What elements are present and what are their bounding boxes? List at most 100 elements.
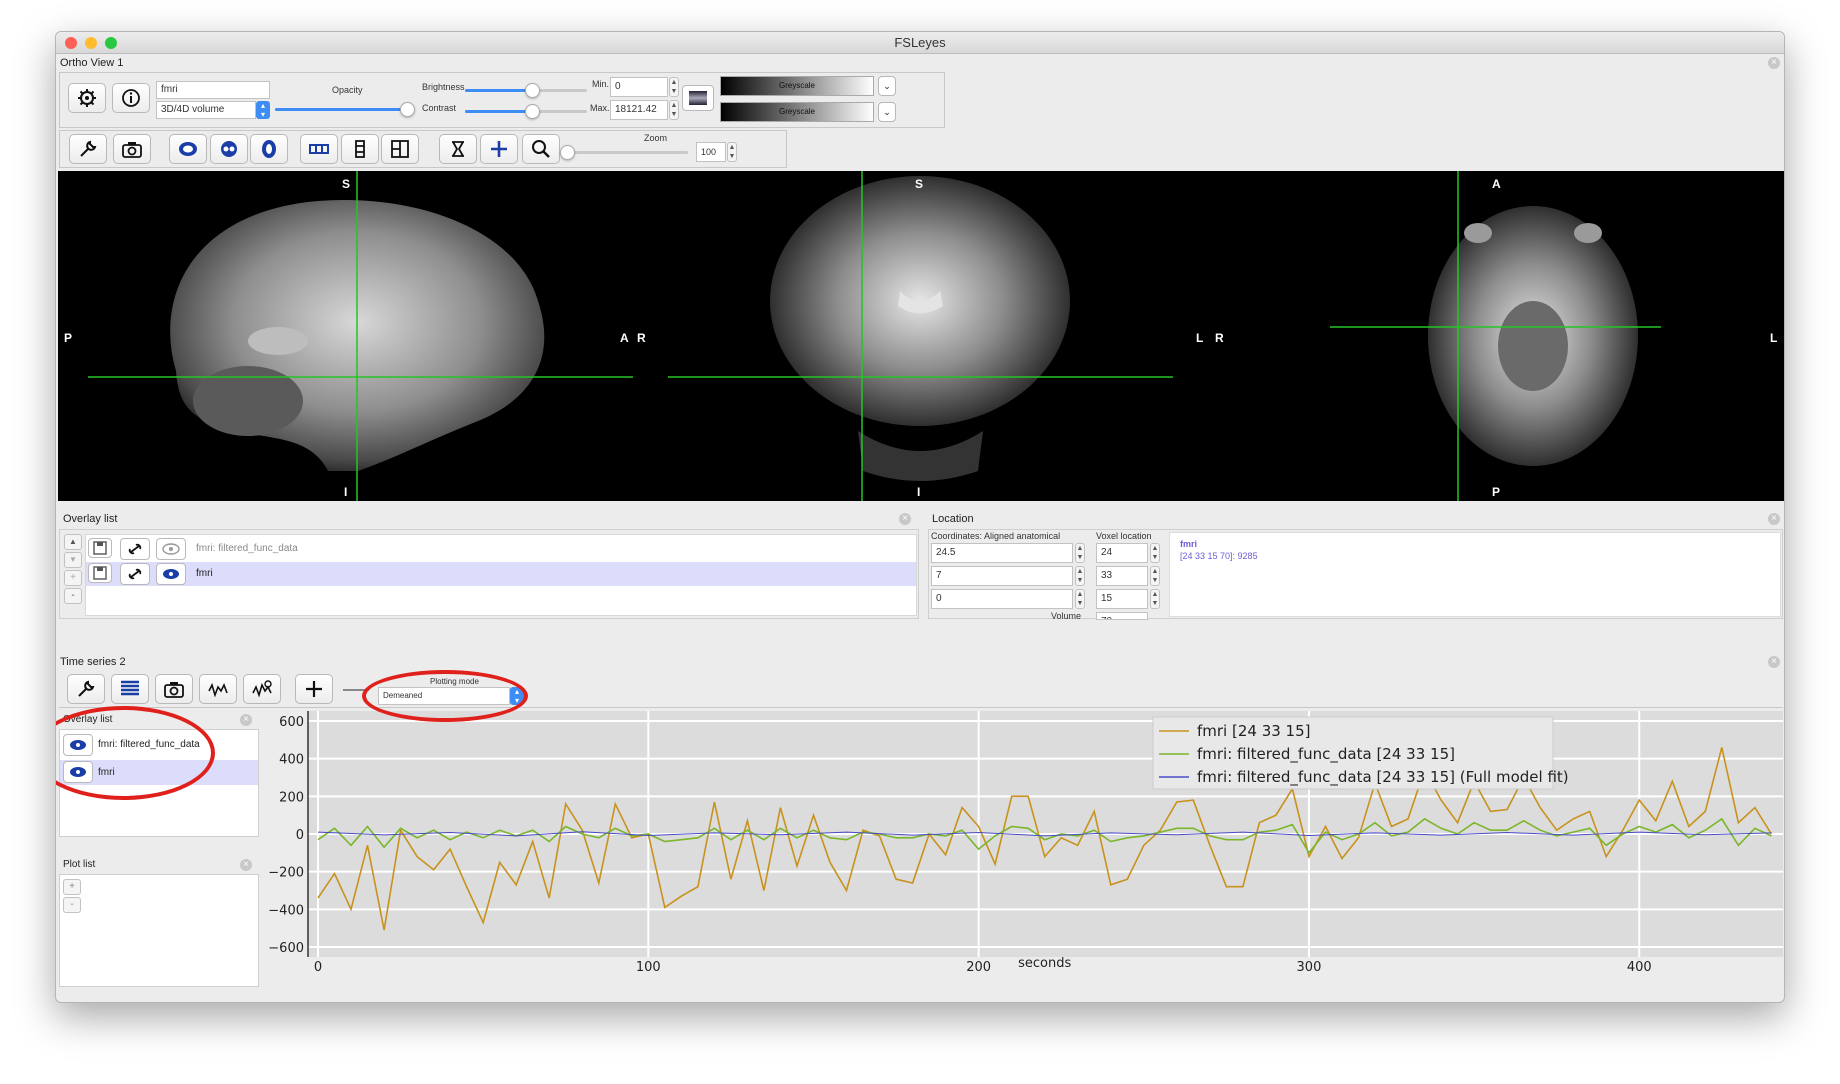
zoom-slider-thumb[interactable]	[560, 145, 575, 160]
screenshot-button[interactable]	[113, 134, 151, 164]
colormap1-select[interactable]: Greyscale	[720, 76, 874, 96]
plot-list-title: Plot list	[59, 856, 257, 874]
invert-colormap-button[interactable]	[682, 85, 714, 111]
close-window-button[interactable]	[65, 37, 77, 49]
x-tick-label: 400	[1627, 960, 1652, 975]
link-overlay-button[interactable]	[120, 563, 150, 585]
plot-list-close-icon[interactable]: ×	[240, 859, 252, 871]
volume-type-dropdown-icon[interactable]: ▴ ▾	[256, 101, 270, 119]
toggle-axial-button[interactable]	[250, 134, 288, 164]
voxel-x-spinner[interactable]: ▲ ▼	[1150, 543, 1160, 563]
ortho-canvas[interactable]: S I P A S I R L A P R L	[58, 171, 1784, 501]
move-down-button[interactable]: ▼	[64, 552, 82, 568]
save-overlay-button[interactable]	[88, 563, 112, 583]
coord-x-field[interactable]: 24.5	[931, 543, 1073, 563]
timeseries-chart-area[interactable]: 600 400 200 0 −200 −400 −600 0 100 200 300 400 secon…	[263, 711, 1784, 993]
timeseries-settings-button[interactable]	[67, 674, 105, 704]
y-tick-label: 600	[279, 715, 304, 730]
axial-midbrain-shape	[1498, 301, 1568, 391]
reset-zoom-button[interactable]	[439, 134, 477, 164]
ortho-close-icon[interactable]: ×	[1768, 57, 1780, 69]
axial-top-label: A	[1492, 177, 1501, 191]
remove-plot-list-button[interactable]: -	[63, 897, 81, 913]
overlay-row[interactable]: fmri: filtered_func_data	[86, 537, 916, 561]
save-overlay-button[interactable]	[88, 538, 112, 558]
link-overlay-button[interactable]	[120, 538, 150, 560]
add-plot-list-button[interactable]: +	[63, 879, 81, 895]
add-plot-button[interactable]	[295, 674, 333, 704]
ts-overlay-list-close-icon[interactable]: ×	[240, 714, 252, 726]
brightness-slider-fill	[465, 89, 530, 92]
plot-list-panel: + -	[59, 874, 259, 987]
coronal-brain-icon	[221, 141, 237, 157]
sagittal-right-label: A	[620, 331, 629, 345]
colormap2-dropdown-icon[interactable]: ⌄	[878, 102, 896, 122]
contrast-slider-thumb[interactable]	[525, 104, 540, 119]
display-settings-button[interactable]	[68, 83, 106, 113]
max-value-field[interactable]: 18121.42	[610, 100, 668, 120]
location-close-icon[interactable]: ×	[1768, 513, 1780, 525]
coronal-brainstem-shape	[858, 431, 983, 481]
timeseries-controls-button[interactable]	[243, 674, 281, 704]
volume-field[interactable]: 70	[1096, 612, 1148, 620]
move-up-button[interactable]: ▲	[64, 534, 82, 550]
coord-z-field[interactable]: 0	[931, 589, 1073, 609]
colormap1-dropdown-icon[interactable]: ⌄	[878, 76, 896, 96]
remove-overlay-button[interactable]: -	[64, 588, 82, 604]
plot-list-toggle-button[interactable]	[199, 674, 237, 704]
voxel-z-field[interactable]: 15	[1096, 589, 1148, 609]
x-tick-label: 0	[314, 960, 322, 975]
add-overlay-button[interactable]: +	[64, 570, 82, 586]
min-spinner[interactable]: ▲ ▼	[669, 77, 679, 97]
view-settings-button[interactable]	[69, 134, 107, 164]
voxel-y-field[interactable]: 33	[1096, 566, 1148, 586]
link-icon	[128, 543, 142, 555]
coord-y-field[interactable]: 7	[931, 566, 1073, 586]
overlay-list-panel: ▲ ▼ + - fmri: filtered_func_data fmri	[59, 529, 919, 619]
opacity-slider-thumb[interactable]	[400, 102, 415, 117]
magnifier-icon	[532, 140, 550, 158]
overlay-list-toggle-button[interactable]	[111, 674, 149, 704]
zoom-window-button[interactable]	[105, 37, 117, 49]
min-value-field[interactable]: 0	[610, 77, 668, 97]
visibility-toggle[interactable]	[156, 538, 186, 560]
toggle-sagittal-button[interactable]	[169, 134, 207, 164]
overlay-info-button[interactable]	[112, 83, 150, 113]
toggle-cursor-button[interactable]	[480, 134, 518, 164]
colormap1-label: Greyscale	[778, 81, 815, 90]
volume-type-select[interactable]: 3D/4D volume	[156, 101, 256, 119]
timeseries-pane-title: Time series 2	[56, 653, 1784, 671]
brightness-slider-thumb[interactable]	[525, 83, 540, 98]
overlay-list-close-icon[interactable]: ×	[899, 513, 911, 525]
visibility-toggle[interactable]	[156, 563, 186, 585]
coord-z-spinner[interactable]: ▲ ▼	[1075, 589, 1085, 609]
coord-y-spinner[interactable]: ▲ ▼	[1075, 566, 1085, 586]
horizontal-layout-button[interactable]	[300, 134, 338, 164]
voxel-z-spinner[interactable]: ▲ ▼	[1150, 589, 1160, 609]
zoom-value-field[interactable]: 100	[696, 142, 726, 162]
y-tick-label: −400	[268, 903, 304, 918]
ortho-toolbar: Zoom 100 ▲ ▼	[59, 130, 787, 168]
timeseries-close-icon[interactable]: ×	[1768, 656, 1780, 668]
max-spinner[interactable]: ▲ ▼	[669, 100, 679, 120]
coord-x-spinner[interactable]: ▲ ▼	[1075, 543, 1085, 563]
grid-layout-icon	[391, 140, 409, 158]
zoom-slider[interactable]	[566, 151, 688, 154]
overlay-name-label: fmri: filtered_func_data	[196, 543, 298, 554]
toggle-coronal-button[interactable]	[210, 134, 248, 164]
vertical-layout-button[interactable]	[341, 134, 379, 164]
overlay-row-selected[interactable]: fmri	[86, 562, 916, 586]
minimize-window-button[interactable]	[85, 37, 97, 49]
timeseries-screenshot-button[interactable]	[155, 674, 193, 704]
zoom-button[interactable]	[522, 134, 560, 164]
grid-layout-button[interactable]	[381, 134, 419, 164]
colormap2-select[interactable]: Greyscale	[720, 102, 874, 122]
voxel-y-spinner[interactable]: ▲ ▼	[1150, 566, 1160, 586]
legend-label-2: fmri: filtered_func_data [24 33 15] (Ful…	[1197, 768, 1569, 787]
overlay-name-field[interactable]: fmri	[156, 81, 270, 99]
zoom-spinner[interactable]: ▲ ▼	[727, 142, 737, 162]
voxel-x-field[interactable]: 24	[1096, 543, 1148, 563]
title-bar: FSLeyes	[56, 32, 1784, 54]
y-tick-label: 400	[279, 753, 304, 768]
coronal-bottom-label: I	[917, 485, 921, 499]
